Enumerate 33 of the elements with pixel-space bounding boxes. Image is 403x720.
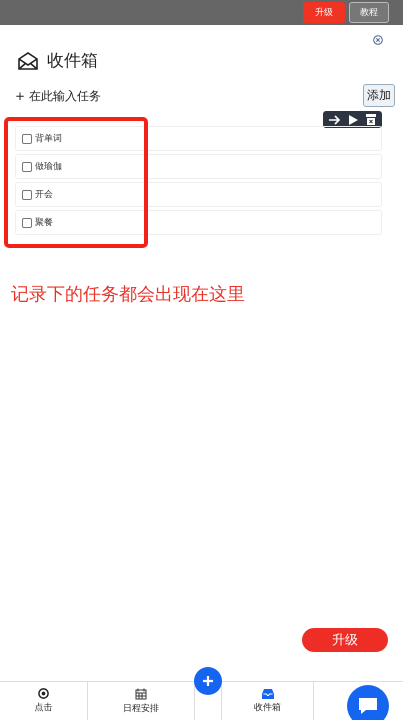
task-row[interactable]: 背单词 (15, 126, 382, 151)
task-label: 背单词 (35, 132, 62, 145)
add-button[interactable]: 添加 (363, 84, 395, 107)
task-row[interactable]: 开会 (15, 182, 382, 207)
checkbox[interactable] (22, 218, 32, 228)
add-button[interactable] (194, 667, 222, 695)
nav-item[interactable]: 日程安排 (123, 702, 159, 714)
arrow-right-icon[interactable] (329, 114, 341, 124)
task-label: 聚餐 (35, 216, 53, 229)
checkbox[interactable] (22, 190, 32, 200)
upgrade-button[interactable]: 升级 (302, 628, 388, 652)
task-label: 做瑜伽 (35, 160, 62, 173)
play-icon[interactable] (349, 114, 358, 124)
task-row[interactable]: 聚餐 (15, 210, 382, 235)
calendar-icon (135, 688, 147, 700)
inbox-title: 收件箱 (47, 50, 98, 72)
target-icon (38, 688, 49, 699)
plus-icon (203, 676, 213, 686)
task-label: 开会 (35, 188, 53, 201)
envelope-icon (17, 52, 39, 70)
checkbox[interactable] (22, 134, 32, 144)
nav-item[interactable]: 收件箱 (254, 700, 281, 714)
annotation-text: 记录下的任务都会出现在这里 (11, 283, 246, 306)
archive-icon[interactable] (366, 114, 376, 125)
upgrade-button[interactable]: 升级 (303, 2, 345, 23)
inbox-icon (262, 688, 274, 698)
chat-bubble-icon (358, 697, 378, 715)
tutorial-button[interactable]: 教程 (349, 2, 389, 23)
chat-button[interactable] (347, 685, 389, 720)
task-row[interactable]: 做瑜伽 (15, 154, 382, 179)
checkbox[interactable] (22, 162, 32, 172)
nav-item[interactable]: 点击 (34, 701, 52, 714)
close-icon[interactable] (373, 35, 383, 45)
